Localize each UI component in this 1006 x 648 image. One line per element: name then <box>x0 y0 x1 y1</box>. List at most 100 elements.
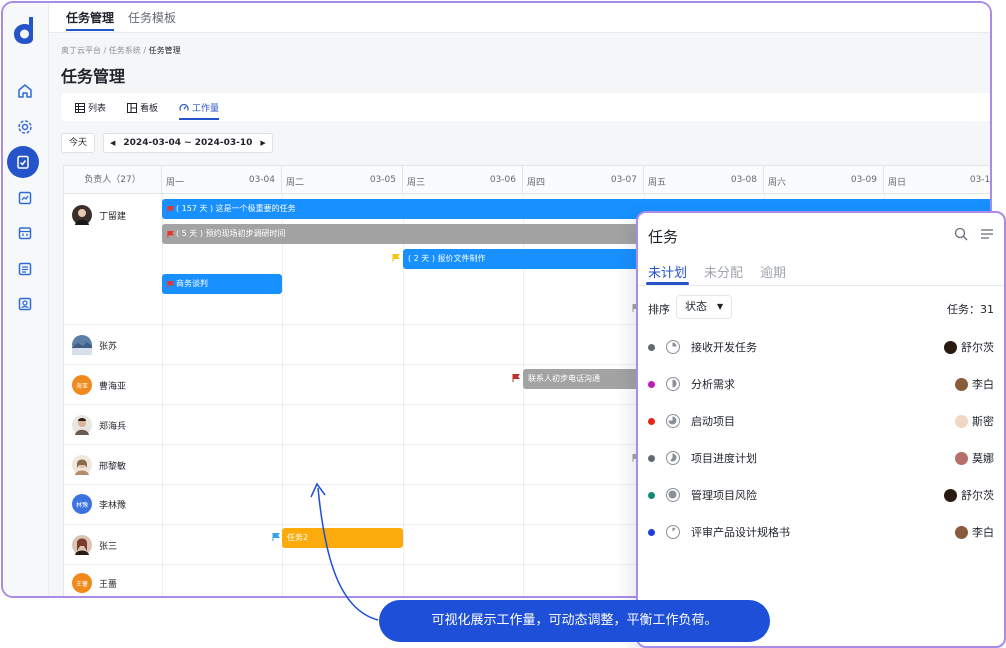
avatar: 林豫 <box>72 494 92 514</box>
avatar: 王薔 <box>72 573 92 593</box>
status-progress-icon <box>666 340 680 354</box>
profile-icon[interactable] <box>14 293 36 315</box>
home-icon[interactable] <box>14 80 36 102</box>
avatar: 海亚 <box>72 375 92 395</box>
list-item[interactable]: 分析需求 李白 <box>648 374 994 394</box>
category-dot <box>648 491 655 499</box>
avatar <box>955 451 968 465</box>
day-header: 周四 03-07 <box>523 166 644 194</box>
status-progress-icon <box>666 451 680 465</box>
owner-name: 丁留建 <box>99 211 127 222</box>
prev-week-icon[interactable]: ◀ <box>110 139 115 147</box>
task-assignee[interactable]: 斯密 <box>955 413 994 429</box>
avatar <box>72 335 92 355</box>
avatar <box>72 205 92 225</box>
owner-name: 李林豫 <box>99 500 127 511</box>
owner-cell[interactable]: 张三 <box>72 535 117 555</box>
breadcrumb-item[interactable]: 任务系统 <box>109 46 141 55</box>
owner-cell[interactable]: 邢黎敏 <box>72 455 126 475</box>
task-assignee[interactable]: 李白 <box>955 376 994 392</box>
tab-list-view[interactable]: 列表 <box>75 101 106 114</box>
tab-task-management[interactable]: 任务管理 <box>66 9 115 31</box>
owner-cell[interactable]: 张苏 <box>72 335 117 355</box>
page-title: 任务管理 <box>61 67 126 86</box>
day-week: 周六 <box>768 178 787 188</box>
tab-unassigned[interactable]: 未分配 <box>704 262 743 281</box>
assignee-name: 李白 <box>972 378 994 391</box>
avatar <box>72 415 92 435</box>
list-item[interactable]: 接收开发任务 舒尔茨 <box>648 337 994 357</box>
tab-list-label: 列表 <box>88 104 107 114</box>
assignee-name: 舒尔茨 <box>961 489 994 502</box>
tab-overdue[interactable]: 逾期 <box>760 262 786 281</box>
next-week-icon[interactable]: ▶ <box>260 139 265 147</box>
search-icon[interactable] <box>954 227 968 241</box>
sort-select-value: 状态 <box>685 300 707 313</box>
date-navigator: 今天 ◀ 2024-03-04 ~ 2024-03-10 ▶ <box>61 133 273 153</box>
owner-cell[interactable]: 林豫 李林豫 <box>72 494 126 514</box>
priority-flag-icon <box>167 205 174 213</box>
owner-cell[interactable]: 王薔 王薔 <box>72 573 117 593</box>
report-icon[interactable] <box>14 187 36 209</box>
category-dot <box>648 417 655 425</box>
date-range-picker[interactable]: ◀ 2024-03-04 ~ 2024-03-10 ▶ <box>103 133 273 153</box>
sidebar <box>3 3 49 596</box>
priority-flag-icon <box>167 230 174 238</box>
list-item[interactable]: 启动项目 斯密 <box>648 411 994 431</box>
today-button[interactable]: 今天 <box>61 133 96 153</box>
tab-board-view[interactable]: 看板 <box>127 101 158 114</box>
task-panel: 任务 未计划 未分配 逾期 排序 状态 ▼ 任务：31 接收开发任务 舒尔茨 分… <box>636 211 1006 648</box>
avatar <box>72 535 92 555</box>
owner-cell[interactable]: 郑海兵 <box>72 415 126 435</box>
task-assignee[interactable]: 舒尔茨 <box>944 339 994 355</box>
breadcrumb-item[interactable]: 奥丁云平台 <box>61 46 101 55</box>
priority-flag-icon <box>512 374 520 382</box>
tab-task-template[interactable]: 任务模板 <box>128 9 176 26</box>
list-item[interactable]: 评审产品设计规格书 李白 <box>648 522 994 542</box>
task-count: 任务：31 <box>947 303 994 316</box>
status-progress-icon <box>666 377 680 391</box>
priority-flag-icon <box>272 533 280 541</box>
sort-select[interactable]: 状态 ▼ <box>676 295 733 319</box>
task-check-icon[interactable] <box>7 146 39 178</box>
list-icon[interactable] <box>14 258 36 280</box>
task-assignee[interactable]: 李白 <box>955 524 994 540</box>
day-week: 周三 <box>407 178 426 188</box>
tab-workload-view[interactable]: 工作量 <box>179 101 220 120</box>
task-bar-label: 联系人初步电话沟通 <box>528 374 600 383</box>
category-dot <box>648 528 655 536</box>
owner-name: 曹海亚 <box>99 381 127 392</box>
task-bar-label: ( 157 天 ) 这是一个极重要的任务 <box>176 204 296 213</box>
app-logo-icon <box>14 17 33 44</box>
tab-unplanned[interactable]: 未计划 <box>645 262 690 285</box>
table-icon <box>75 102 85 113</box>
tab-board-label: 看板 <box>140 104 159 114</box>
day-header: 周五 03-08 <box>644 166 764 194</box>
owner-cell[interactable]: 丁留建 <box>72 205 126 225</box>
settings-icon[interactable] <box>14 116 36 138</box>
avatar <box>72 455 92 475</box>
day-week: 周二 <box>286 178 305 188</box>
list-item[interactable]: 项目进度计划 莫娜 <box>648 448 994 468</box>
task-assignee[interactable]: 莫娜 <box>955 450 994 466</box>
avatar <box>955 377 968 391</box>
calendar-icon[interactable] <box>14 222 36 244</box>
task-bar[interactable]: 商务谈判 <box>162 274 282 294</box>
priority-flag-icon <box>392 254 400 262</box>
list-item[interactable]: 管理项目风险 舒尔茨 <box>648 485 994 505</box>
owner-cell[interactable]: 海亚 曹海亚 <box>72 375 126 395</box>
task-name: 启动项目 <box>691 415 735 428</box>
avatar <box>944 340 957 354</box>
task-assignee[interactable]: 舒尔茨 <box>944 487 994 503</box>
priority-flag-icon <box>167 280 174 288</box>
feature-callout: 可视化展示工作量，可动态调整，平衡工作负荷。 <box>379 600 770 642</box>
view-tab-bar: 列表 看板 工作量 <box>61 93 990 121</box>
day-week: 周日 <box>888 178 907 188</box>
owner-column-header: 负责人（27） <box>64 166 162 194</box>
panel-toolbar <box>954 227 994 241</box>
day-date: 03-10 <box>969 175 991 185</box>
task-bar-label: ( 5 天 ) 预约现场初步调研时间 <box>176 229 286 238</box>
task-bar-label: 商务谈判 <box>176 279 208 288</box>
day-date: 03-05 <box>369 175 396 185</box>
filter-menu-icon[interactable] <box>980 227 994 241</box>
